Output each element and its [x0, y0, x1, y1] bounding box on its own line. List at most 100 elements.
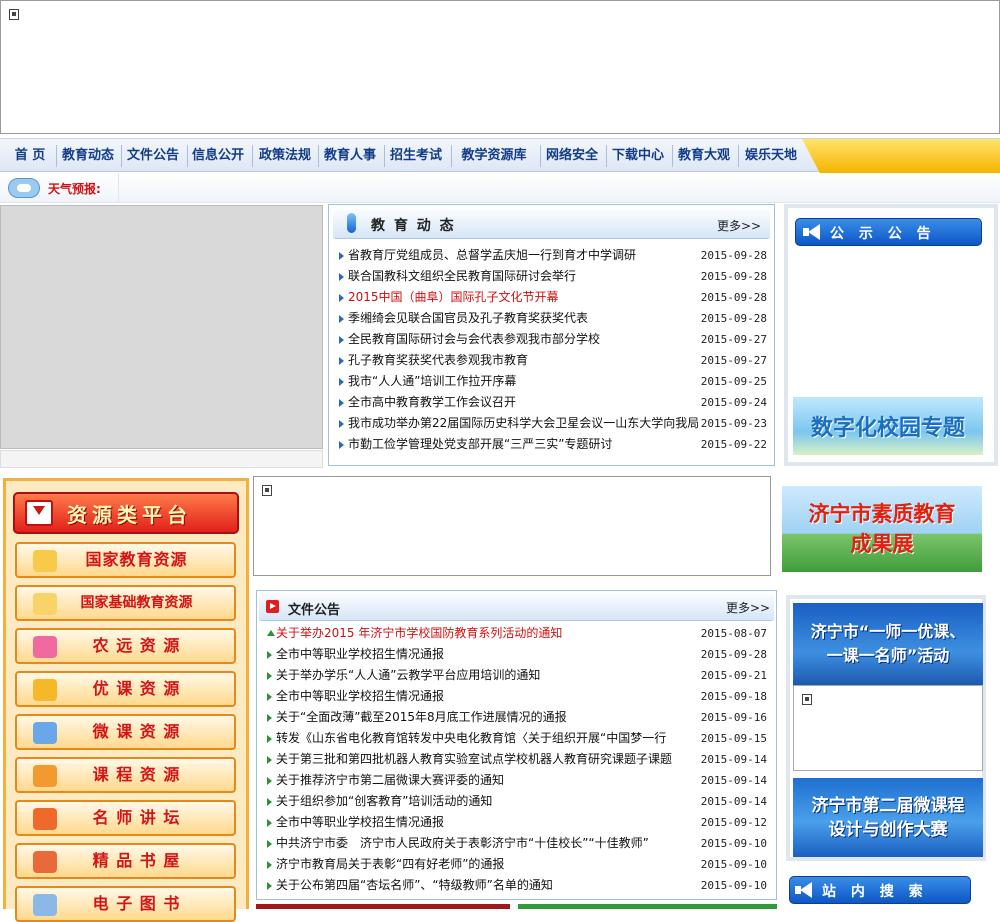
quality-line1: 济宁市素质教育 [808, 502, 956, 526]
arrow-icon [266, 600, 279, 613]
weather-bar [0, 173, 1000, 203]
list-item-date: 2015-09-10 [700, 837, 767, 850]
list-item-title[interactable]: 关于举办学乐“人人通”云教学平台应用培训的通知 [276, 665, 674, 686]
resource-national-edu[interactable]: 国家教育资源 [15, 542, 236, 578]
nav-item-entertainment[interactable]: 娱乐天地 [739, 139, 803, 172]
list-item[interactable]: 我市“人人通”培训工作拉开序幕 2015-09-25 [339, 371, 767, 392]
list-item[interactable]: 省教育厅党组成员、总督学孟庆旭一行到育才中学调研 2015-09-28 [339, 245, 767, 266]
nav-item-edu-view[interactable]: 教育大观 [672, 139, 736, 172]
broken-image-icon [262, 485, 272, 496]
list-item[interactable]: 全民教育国际研讨会与会代表参观我市部分学校 2015-09-27 [339, 329, 767, 350]
activities-panel: 济宁市“一师一优课、 一课一名师”活动 济宁市第二届微课程 设计与创作大赛 [786, 595, 986, 861]
headline-image-slot[interactable] [0, 205, 323, 449]
list-item[interactable]: 关于“全面改薄”截至2015年8月底工作进展情况的通报 2015-09-16 [267, 707, 767, 728]
list-item[interactable]: 季缃绮会见联合国官员及孔子教育奖获奖代表 2015-09-28 [339, 308, 767, 329]
list-item-title[interactable]: 全民教育国际研讨会与会代表参观我市部分学校 [348, 329, 698, 350]
list-item-date: 2015-09-23 [700, 417, 767, 430]
resource-national-basic[interactable]: 国家基础教育资源 [15, 585, 236, 621]
list-item-title[interactable]: 关于公布第四届“杏坛名师”、“特级教师”名单的通知 [276, 875, 674, 896]
list-item[interactable]: 2015中国（曲阜）国际孔子文化节开幕 2015-09-28 [339, 287, 767, 308]
list-item[interactable]: 全市中等职业学校招生情况通报 2015-09-18 [267, 686, 767, 707]
resource-courses[interactable]: 课 程 资 源 [15, 757, 236, 793]
resource-quality-lessons[interactable]: 优 课 资 源 [15, 671, 236, 707]
resource-book-house[interactable]: 精 品 书 屋 [15, 843, 236, 879]
quality-education-banner[interactable]: 济宁市素质教育 成果展 [782, 486, 982, 572]
list-item[interactable]: 转发《山东省电化教育馆转发中央电化教育馆〈关于组织开展“中国梦一行 2015-09… [267, 728, 767, 749]
nav-item-info-public[interactable]: 信息公开 [187, 139, 249, 172]
resource-micro-lessons[interactable]: 微 课 资 源 [15, 714, 236, 750]
edu-news-more-link[interactable]: 更多>> [717, 217, 761, 234]
file-notices-more-link[interactable]: 更多>> [726, 599, 770, 616]
list-item-date: 2015-09-12 [700, 816, 767, 829]
nav-item-exams[interactable]: 招生考试 [384, 139, 448, 172]
nav-item-edu-news[interactable]: 教育动态 [57, 139, 119, 172]
list-item-date: 2015-09-10 [700, 879, 767, 892]
resource-rural[interactable]: 农 远 资 源 [15, 628, 236, 664]
list-item-date: 2015-09-27 [700, 354, 767, 367]
list-item-title[interactable]: 联合国教科文组织全民教育国际研讨会举行 [348, 266, 698, 287]
one-teacher-banner[interactable]: 济宁市“一师一优课、 一课一名师”活动 [793, 603, 983, 685]
list-item-date: 2015-09-15 [700, 732, 767, 745]
list-item-title[interactable]: 全市中等职业学校招生情况通报 [276, 686, 674, 707]
nav-item-downloads[interactable]: 下载中心 [606, 139, 670, 172]
activities-image-slot [793, 685, 983, 771]
nav-item-file-notices[interactable]: 文件公告 [122, 139, 184, 172]
resource-famous-teachers[interactable]: 名 师 讲 坛 [15, 800, 236, 836]
weather-label: 天气预报: [48, 182, 101, 196]
search-header-button[interactable]: 站 内 搜 索 [789, 876, 971, 904]
list-item-title[interactable]: 关于推荐济宁市第二届微课大赛评委的通知 [276, 770, 674, 791]
list-item[interactable]: 关于公布第四届“杏坛名师”、“特级教师”名单的通知 2015-09-10 [267, 875, 767, 896]
list-item-title[interactable]: 关于举办2015 年济宁市学校国防教育系列活动的通知 [276, 623, 674, 644]
main-nav: 首 页 教育动态 文件公告 信息公开 政策法规 教育人事 招生考试 教学资源库 … [0, 138, 1000, 173]
list-item[interactable]: 市勤工俭学管理处党支部开展“三严三实”专题研讨 2015-09-22 [339, 434, 767, 455]
resource-ebooks[interactable]: 电 子 图 书 [15, 886, 236, 922]
list-item-title[interactable]: 关于第三批和第四批机器人教育实验室试点学校机器人教育研究课题子课题 [276, 749, 674, 770]
list-item-title[interactable]: 转发《山东省电化教育馆转发中央电化教育馆〈关于组织开展“中国梦一行 [276, 728, 674, 749]
list-item[interactable]: 关于举办学乐“人人通”云教学平台应用培训的通知 2015-09-21 [267, 665, 767, 686]
micro-course-line1: 济宁市第二届微课程 [811, 795, 965, 816]
list-item-title[interactable]: 孔子教育奖获奖代表参观我市教育 [348, 350, 698, 371]
list-item-title[interactable]: 全市高中教育教学工作会议召开 [348, 392, 698, 413]
nav-item-personnel[interactable]: 教育人事 [318, 139, 382, 172]
list-item[interactable]: 关于推荐济宁市第二届微课大赛评委的通知 2015-09-14 [267, 770, 767, 791]
list-item[interactable]: 中共济宁市委 济宁市人民政府关于表彰济宁市“十佳校长”“十佳教师” 2015-09… [267, 833, 767, 854]
edu-news-header: 教 育 动 态 更多>> [333, 209, 770, 239]
nav-item-net-security[interactable]: 网络安全 [540, 139, 604, 172]
list-item[interactable]: 全市高中教育教学工作会议召开 2015-09-24 [339, 392, 767, 413]
list-item[interactable]: 我市成功举办第22届国际历史科学大会卫星会议一山东大学向我局 2015-09-23 [339, 413, 767, 434]
list-item-title[interactable]: 济宁市教育局关于表彰“四有好老师”的通报 [276, 854, 674, 875]
list-item-title[interactable]: 我市“人人通”培训工作拉开序幕 [348, 371, 698, 392]
list-item-title[interactable]: 关于组织参加“创客教育”培训活动的通知 [276, 791, 674, 812]
edu-news-list: 省教育厅党组成员、总督学孟庆旭一行到育才中学调研 2015-09-28 联合国教科文… [339, 245, 767, 455]
list-item[interactable]: 全市中等职业学校招生情况通报 2015-09-28 [267, 644, 767, 665]
nav-item-resources[interactable]: 教学资源库 [452, 139, 536, 172]
megaphone-icon [803, 224, 823, 240]
list-item-title[interactable]: 市勤工俭学管理处党支部开展“三严三实”专题研讨 [348, 434, 698, 455]
digital-campus-banner[interactable]: 数字化校园专题 [793, 397, 983, 455]
notice-title: 公 示 公 告 [830, 226, 936, 242]
list-item-title[interactable]: 季缃绮会见联合国官员及孔子教育奖获奖代表 [348, 308, 698, 329]
micro-course-banner[interactable]: 济宁市第二届微课程 设计与创作大赛 [793, 778, 983, 857]
list-item[interactable]: 联合国教科文组织全民教育国际研讨会举行 2015-09-28 [339, 266, 767, 287]
list-item[interactable]: 关于举办2015 年济宁市学校国防教育系列活动的通知 2015-08-07 [267, 623, 767, 644]
list-item-title[interactable]: 关于“全面改薄”截至2015年8月底工作进展情况的通报 [276, 707, 674, 728]
list-item[interactable]: 关于组织参加“创客教育”培训活动的通知 2015-09-14 [267, 791, 767, 812]
nav-item-home[interactable]: 首 页 [5, 139, 55, 172]
list-item-title[interactable]: 中共济宁市委 济宁市人民政府关于表彰济宁市“十佳校长”“十佳教师” [276, 833, 674, 854]
list-item-title[interactable]: 2015中国（曲阜）国际孔子文化节开幕 [348, 287, 698, 308]
list-item-date: 2015-09-16 [700, 711, 767, 724]
list-item[interactable]: 孔子教育奖获奖代表参观我市教育 2015-09-27 [339, 350, 767, 371]
top-banner [0, 0, 1000, 134]
resources-header-title: 资源类平台 [67, 503, 192, 527]
list-item-title[interactable]: 我市成功举办第22届国际历史科学大会卫星会议一山东大学向我局 [348, 413, 698, 434]
list-item-title[interactable]: 省教育厅党组成员、总督学孟庆旭一行到育才中学调研 [348, 245, 698, 266]
notice-header-button[interactable]: 公 示 公 告 [795, 218, 982, 246]
list-item-date: 2015-09-28 [700, 249, 767, 262]
nav-item-policy[interactable]: 政策法规 [253, 139, 317, 172]
list-item[interactable]: 济宁市教育局关于表彰“四有好老师”的通报 2015-09-10 [267, 854, 767, 875]
list-item[interactable]: 全市中等职业学校招生情况通报 2015-09-12 [267, 812, 767, 833]
list-item-title[interactable]: 全市中等职业学校招生情况通报 [276, 644, 674, 665]
list-item[interactable]: 关于第三批和第四批机器人教育实验室试点学校机器人教育研究课题子课题 2015-09… [267, 749, 767, 770]
quality-line2: 成果展 [850, 532, 914, 556]
list-item-title[interactable]: 全市中等职业学校招生情况通报 [276, 812, 674, 833]
